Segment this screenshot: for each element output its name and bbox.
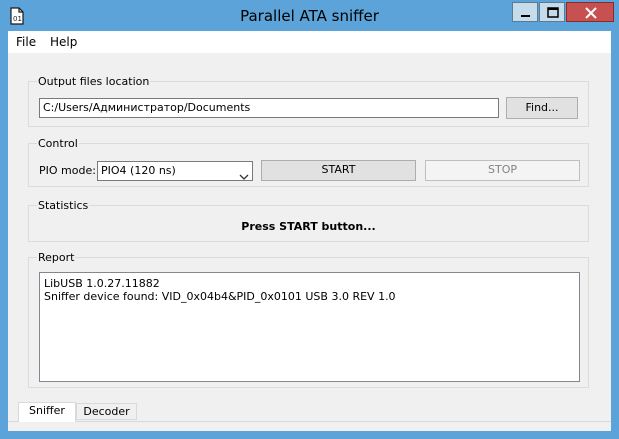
tab-strip-line — [8, 421, 611, 422]
close-icon — [585, 7, 597, 19]
pio-mode-label: PIO mode: — [39, 164, 96, 177]
pio-mode-select[interactable]: PIO4 (120 ns) — [97, 161, 253, 181]
maximize-button[interactable] — [539, 2, 565, 22]
statistics-legend: Statistics — [37, 199, 90, 212]
menu-file[interactable]: File — [16, 35, 36, 49]
statistics-group: Statistics Press START button... — [28, 199, 589, 242]
maximize-icon — [547, 7, 559, 18]
report-log[interactable]: LibUSB 1.0.27.11882 Sniffer device found… — [39, 272, 580, 382]
tab-sniffer[interactable]: Sniffer — [18, 402, 76, 422]
report-line: Sniffer device found: VID_0x04b4&PID_0x0… — [44, 290, 396, 303]
statistics-message: Press START button... — [241, 220, 376, 233]
stop-button[interactable]: STOP — [425, 160, 580, 181]
pio-mode-value: PIO4 (120 ns) — [101, 164, 176, 177]
output-path-input[interactable]: C:/Users/Администратор/Documents — [39, 98, 499, 118]
start-button[interactable]: START — [261, 160, 416, 181]
menu-help[interactable]: Help — [50, 35, 77, 49]
app-window: 01 Parallel ATA sniffer File Help Output… — [0, 0, 619, 439]
close-button[interactable] — [566, 2, 614, 22]
control-group: Control PIO mode: PIO4 (120 ns) START ST… — [28, 137, 589, 187]
menu-bar: File Help — [8, 31, 611, 53]
title-bar[interactable]: 01 Parallel ATA sniffer — [1, 1, 618, 31]
find-button[interactable]: Find... — [506, 97, 578, 119]
output-location-group: Output files location C:/Users/Администр… — [28, 75, 589, 127]
report-legend: Report — [37, 251, 76, 264]
chevron-down-icon — [239, 168, 249, 186]
minimize-button[interactable] — [512, 2, 538, 22]
report-line: LibUSB 1.0.27.11882 — [44, 277, 160, 290]
output-location-legend: Output files location — [37, 75, 151, 88]
minimize-icon — [521, 15, 530, 17]
client-area: File Help Output files location C:/Users… — [8, 31, 611, 431]
report-group: Report LibUSB 1.0.27.11882 Sniffer devic… — [28, 251, 589, 388]
control-legend: Control — [37, 137, 79, 150]
tab-decoder[interactable]: Decoder — [76, 403, 137, 420]
